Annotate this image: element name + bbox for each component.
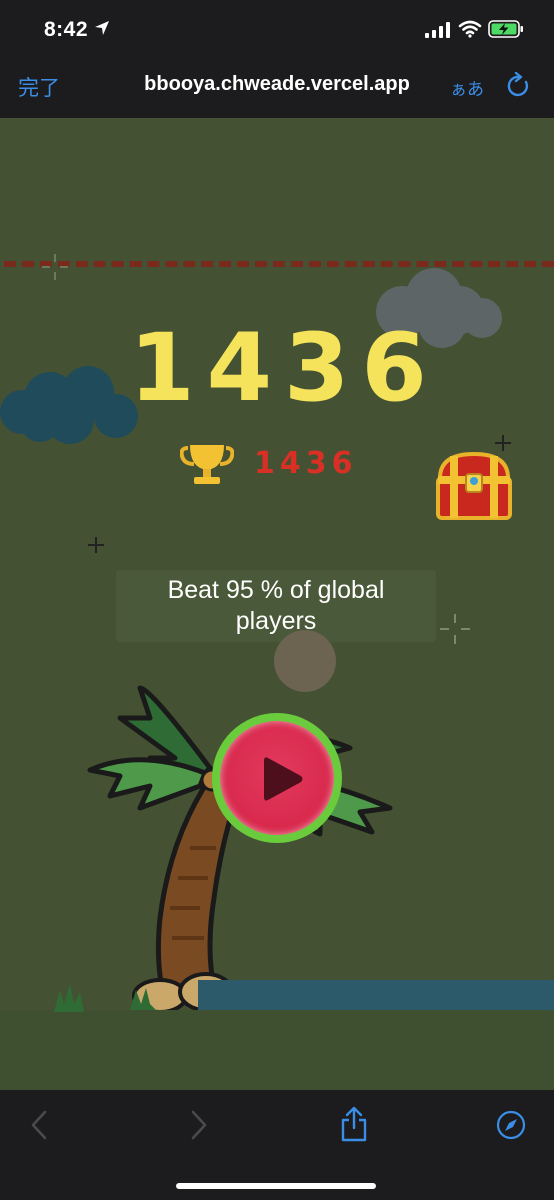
palm-tree (87, 685, 393, 1016)
browser-top-bar: 完了 bbooya.chweade.vercel.app ぁあ (0, 60, 554, 118)
sparkle-icon (440, 614, 470, 644)
reload-icon[interactable] (506, 72, 532, 100)
battery-charging-icon (488, 20, 523, 38)
compass-icon[interactable] (496, 1110, 526, 1140)
score-display: 1436 (129, 314, 439, 423)
text-size-button[interactable]: ぁあ (450, 75, 484, 100)
play-button[interactable] (212, 713, 342, 843)
status-time: 8:42 (44, 18, 89, 41)
ground (0, 1010, 554, 1090)
global-rank-text-line1: Beat 95 % of global (167, 576, 385, 604)
grass-tuft (130, 988, 156, 1010)
sparkle-icon (88, 537, 104, 553)
forward-icon[interactable] (190, 1110, 208, 1140)
trophy-icon (180, 445, 234, 484)
sparkle-icon (42, 254, 68, 280)
global-rank-text-line2: players (235, 607, 317, 635)
water (198, 980, 554, 1010)
play-button-face[interactable] (220, 721, 334, 835)
signal-icon (425, 22, 450, 38)
global-rank-panel: Beat 95 % of global players (116, 570, 436, 642)
back-icon[interactable] (30, 1110, 48, 1140)
play-icon[interactable] (264, 755, 304, 803)
location-arrow-icon (95, 21, 109, 35)
game-canvas[interactable]: 1436 1436 Beat 95 % of global players (0, 118, 554, 1090)
home-indicator (176, 1183, 376, 1189)
share-icon[interactable] (340, 1106, 368, 1142)
treasure-chest-icon[interactable] (432, 448, 516, 524)
status-bar: 8:42 (0, 0, 554, 60)
wifi-icon (458, 20, 482, 38)
grass-tuft (54, 984, 84, 1012)
best-score: 1436 (254, 446, 358, 481)
sparkle-icon (495, 435, 511, 451)
